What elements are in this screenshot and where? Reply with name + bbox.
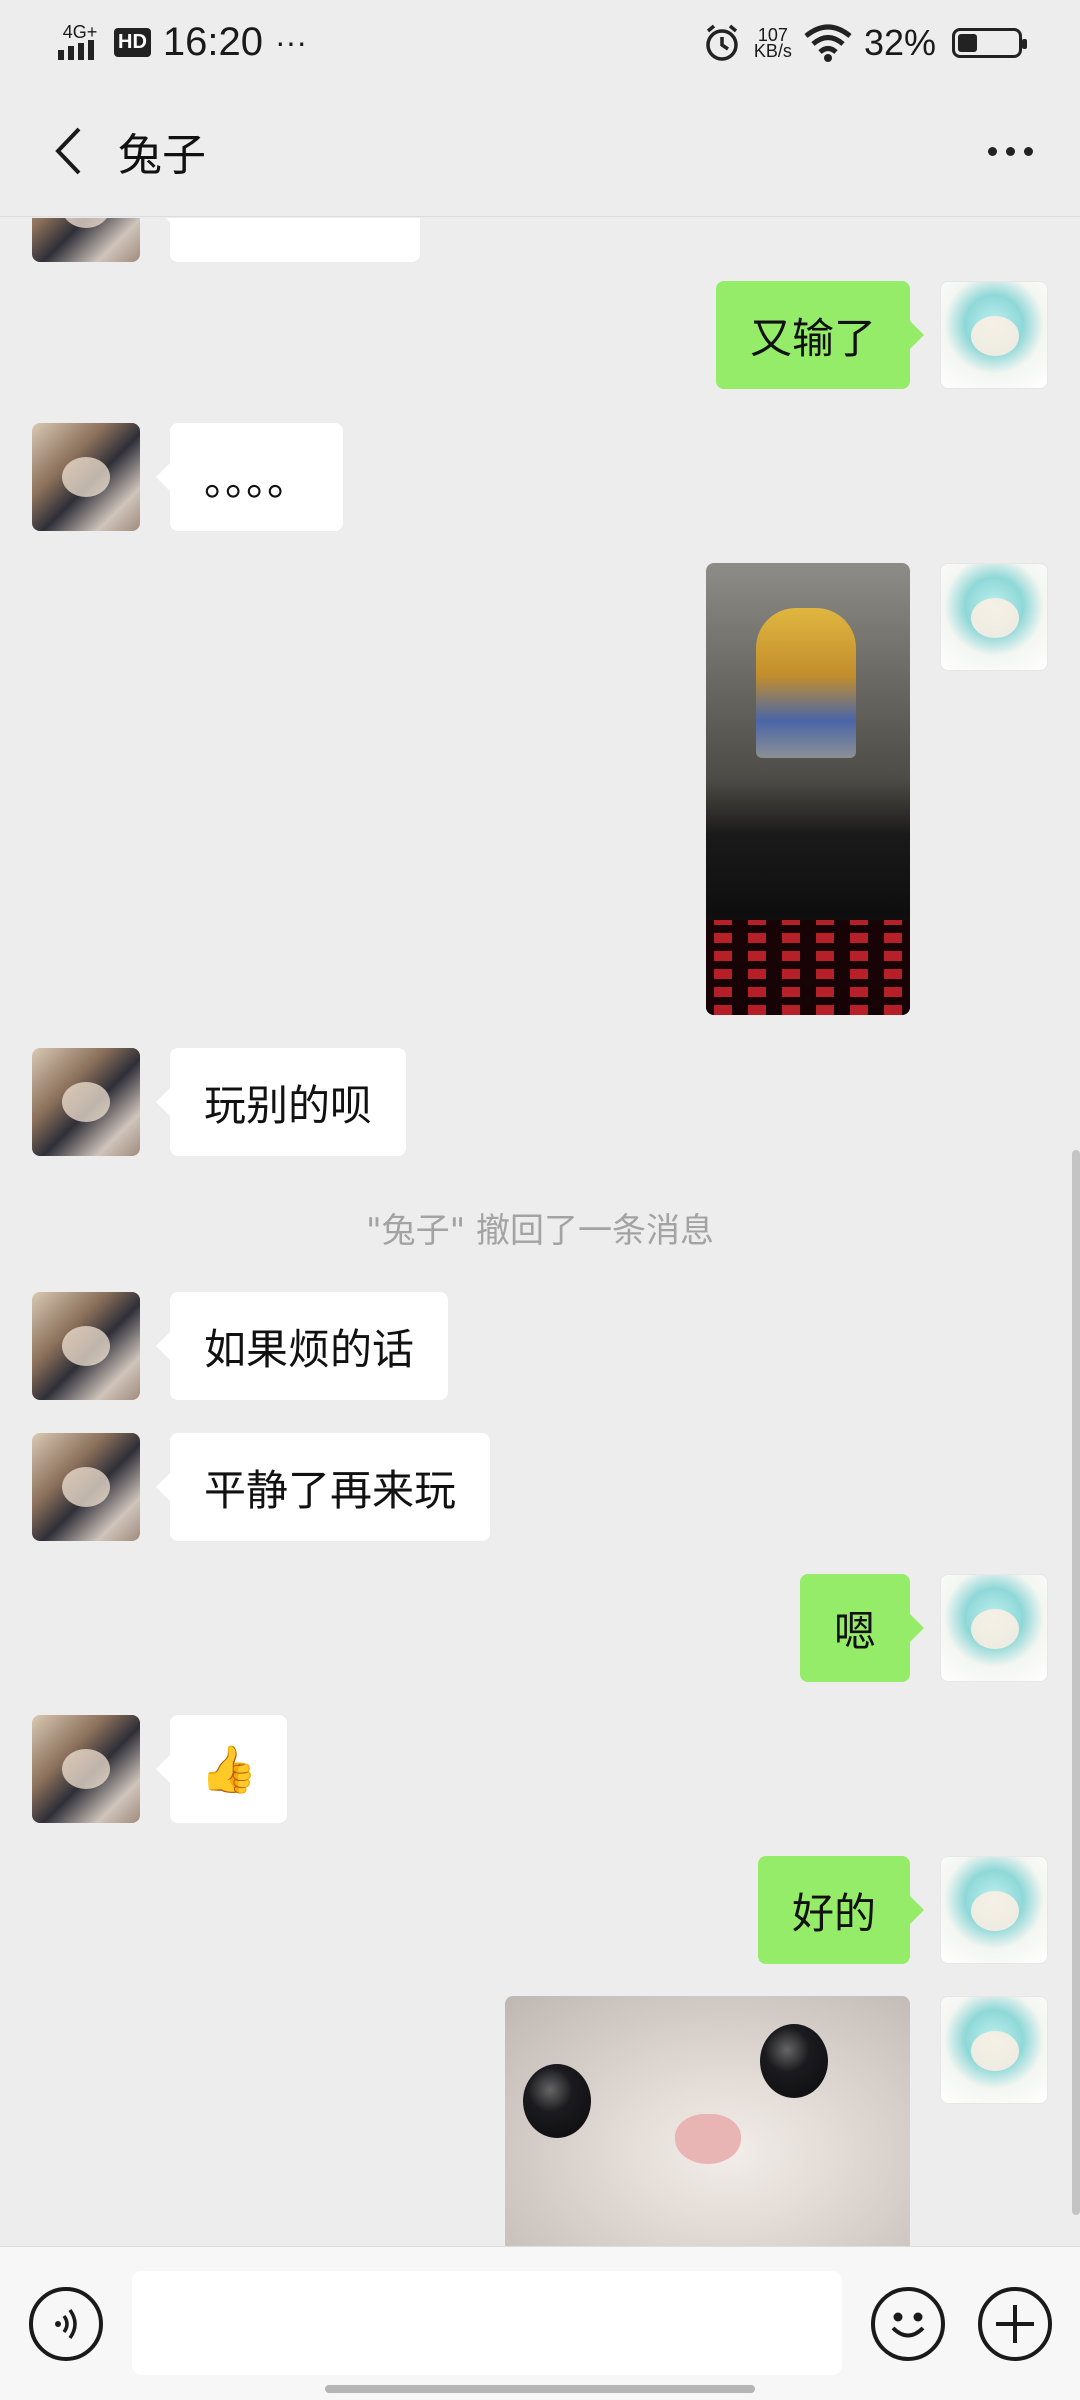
signal-icon (58, 39, 94, 60)
clock: 16:20 (162, 20, 263, 64)
my-avatar[interactable] (940, 563, 1048, 671)
outgoing-message[interactable]: 又输了 (715, 281, 925, 389)
emoji-button[interactable] (871, 2287, 945, 2361)
status-bar: 4G+ HD 16:20 ··· 107 KB/s 32% (0, 0, 1080, 85)
message-text: 平静了再来玩 (204, 1465, 457, 1515)
my-avatar[interactable] (940, 1996, 1048, 2104)
incoming-message[interactable] (156, 218, 420, 262)
chevron-left-icon (55, 127, 81, 174)
cat-eye-graphic (760, 2024, 828, 2098)
status-left: 4G+ HD 16:20 ··· (58, 20, 307, 65)
contact-avatar[interactable] (32, 1292, 140, 1400)
contact-avatar[interactable] (32, 1433, 140, 1541)
my-avatar[interactable] (940, 281, 1048, 389)
incoming-message[interactable]: 平静了再来玩 (155, 1433, 491, 1541)
message-text: 嗯 (833, 1606, 876, 1656)
contact-avatar[interactable] (32, 218, 140, 262)
cat-eye-graphic (523, 2064, 591, 2138)
more-functions-button[interactable] (978, 2287, 1052, 2361)
message-text: 又输了 (749, 313, 876, 363)
chat-header: 兔子 (0, 85, 1080, 217)
message-input[interactable] (132, 2271, 842, 2375)
more-options-button[interactable] (970, 111, 1050, 191)
alarm-icon (706, 24, 738, 61)
message-text: 。。。。 (204, 455, 310, 505)
battery-icon (952, 27, 1027, 58)
speed-unit: KB/s (753, 40, 792, 61)
thumbs-up-icon: 👍 (200, 1741, 258, 1796)
incoming-emoji-message[interactable]: 👍 (155, 1715, 288, 1823)
signal-indicator: 4G+ (58, 21, 102, 62)
emoji-icon (891, 2312, 925, 2338)
status-right: 107 KB/s 32% (702, 21, 1027, 64)
incoming-message[interactable]: 如果烦的话 (155, 1292, 449, 1400)
message-text: 如果烦的话 (204, 1324, 415, 1374)
battery-fill (958, 33, 977, 52)
image-message-game-photo[interactable] (706, 563, 910, 1015)
keyboard-graphic (706, 920, 910, 1015)
voice-button[interactable] (29, 2287, 103, 2361)
outgoing-message[interactable]: 好的 (757, 1856, 925, 1964)
voice-icon (55, 2308, 77, 2340)
network-type: 4G+ (62, 21, 98, 42)
input-bar (0, 2246, 1080, 2400)
my-avatar[interactable] (940, 1574, 1048, 1682)
contact-avatar[interactable] (32, 1715, 140, 1823)
network-speed: 107 KB/s (753, 26, 792, 61)
game-card-graphic (756, 608, 856, 758)
battery-percent: 32% (863, 21, 936, 63)
incoming-message[interactable]: 玩别的呗 (155, 1048, 407, 1156)
home-indicator[interactable] (325, 2385, 755, 2393)
contact-avatar[interactable] (32, 423, 140, 531)
plus-icon (996, 2305, 1034, 2343)
recall-notice: "兔子" 撤回了一条消息 (365, 1211, 715, 1251)
back-button[interactable] (28, 111, 108, 191)
contact-avatar[interactable] (32, 1048, 140, 1156)
dot-icon (987, 146, 997, 156)
message-list[interactable]: 又输了 。。。。 玩别的呗 "兔子" 撤回了一条消息 如果烦的话 平静了再来玩 … (0, 218, 1080, 2246)
message-text: 好的 (791, 1888, 876, 1938)
hd-badge: HD (114, 28, 151, 57)
image-message-cat-photo[interactable] (505, 1996, 910, 2246)
cat-nose-graphic (675, 2114, 741, 2164)
message-text: 玩别的呗 (204, 1080, 373, 1130)
outgoing-message[interactable]: 嗯 (799, 1574, 925, 1682)
dot-icon (1023, 146, 1033, 156)
wifi-icon (804, 24, 852, 62)
chat-title: 兔子 (118, 130, 206, 180)
notification-more: ··· (275, 24, 307, 60)
dot-icon (1005, 146, 1015, 156)
incoming-message[interactable]: 。。。。 (155, 423, 344, 531)
my-avatar[interactable] (940, 1856, 1048, 1964)
scrollbar[interactable] (1072, 1150, 1080, 2215)
